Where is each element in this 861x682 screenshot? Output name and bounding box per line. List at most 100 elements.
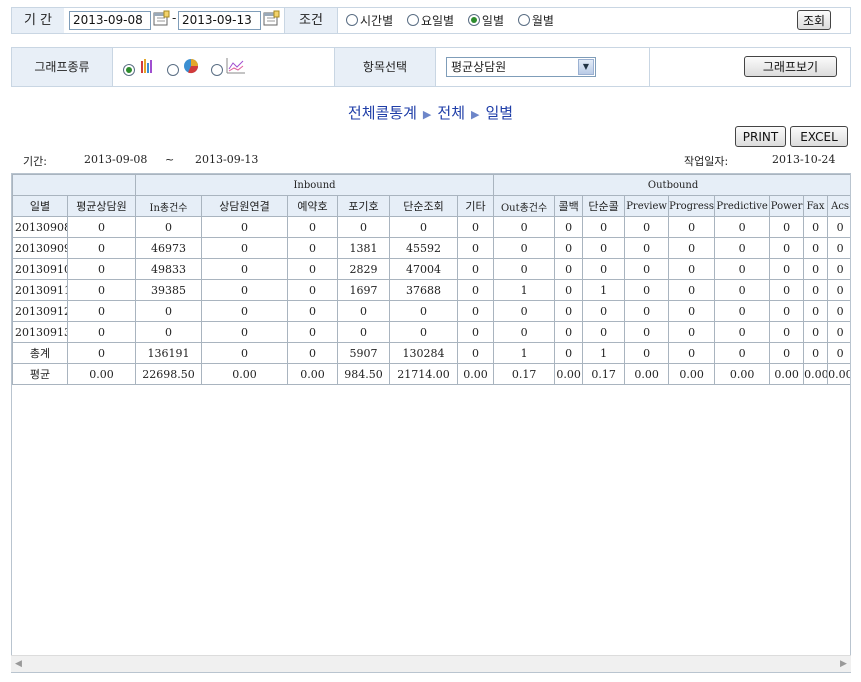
table-cell: 0: [389, 300, 458, 322]
table-cell: 0: [668, 300, 716, 322]
bar-graph-radio[interactable]: [123, 64, 135, 76]
row-label-cell: 20130912: [12, 300, 68, 322]
radio-icon[interactable]: [517, 14, 530, 26]
table-cell: 0: [554, 279, 584, 301]
table-cell: 0: [803, 300, 829, 322]
column-header: Power: [769, 195, 805, 217]
table-row: 총계 0 136191 0 0 5907 130284 0 1 0 1 0 0 0 0 0 0: [12, 342, 850, 364]
table-row: 20130911 0 39385 0 0 1697 37688 0 1 0 1 0 0 0 0 0 0: [12, 279, 850, 301]
period-info-label: 기간:: [23, 155, 47, 168]
condition-label: 조건: [284, 8, 338, 33]
table-cell: 0: [668, 258, 716, 280]
table-cell: 0: [554, 321, 584, 343]
radio-daily[interactable]: 일별: [467, 14, 504, 28]
radio-icon[interactable]: [346, 14, 358, 26]
table-cell: 0: [287, 258, 338, 280]
radio-hourly[interactable]: 시간별: [346, 14, 393, 28]
column-header: 평균상담원: [67, 195, 136, 217]
item-select[interactable]: 평균상담원 ▼: [446, 57, 596, 77]
column-header: 콜백: [554, 195, 584, 217]
excel-button[interactable]: EXCEL: [790, 126, 848, 147]
date-to-input[interactable]: 2013-09-13: [178, 11, 261, 30]
table-cell: 0: [714, 279, 771, 301]
table-cell: 0: [769, 300, 805, 322]
radio-weekday[interactable]: 요일별: [406, 14, 454, 28]
table-cell: 49833: [135, 258, 202, 280]
table-cell: 0: [624, 321, 670, 343]
period-from-value: 2013-09-08: [84, 153, 148, 166]
table-cell: 0: [582, 300, 626, 322]
table-cell: 0: [714, 258, 771, 280]
horizontal-scrollbar[interactable]: ◀ ▶: [11, 655, 851, 672]
line-graph-radio[interactable]: [211, 64, 223, 76]
table-cell: 39385: [135, 279, 202, 301]
table-cell: 0: [714, 342, 771, 364]
table-cell: 0: [827, 258, 850, 280]
table-row: 20130912 0 0 0 0 0 0 0 0 0 0 0 0 0 0 0 0: [12, 300, 850, 322]
table-cell: 21714.00: [389, 363, 458, 385]
table-cell: 0: [456, 279, 495, 301]
column-header: Predictive: [714, 195, 771, 217]
table-cell: 1: [582, 279, 626, 301]
table-row: 평균 0.00 22698.50 0.00 0.00 984.50 21714.00 0.00…: [12, 363, 850, 385]
table-cell: 0.00: [769, 363, 805, 385]
table-cell: 0: [714, 321, 771, 343]
scroll-left-icon[interactable]: ◀: [11, 657, 26, 672]
table-cell: 0: [287, 321, 338, 343]
table-cell: 1: [493, 279, 556, 301]
scroll-right-icon[interactable]: ▶: [836, 657, 851, 672]
radio-monthly[interactable]: 월별: [517, 14, 554, 28]
calendar-icon[interactable]: [263, 10, 280, 27]
radio-icon[interactable]: [406, 14, 419, 26]
table-cell: 0: [827, 300, 850, 322]
column-header: Acs: [827, 195, 850, 217]
calendar-icon[interactable]: [153, 10, 170, 27]
view-graph-button[interactable]: 그래프보기: [744, 56, 837, 77]
row-label-cell: 20130913: [12, 321, 68, 343]
table-cell: 0: [287, 300, 338, 322]
print-button[interactable]: PRINT: [735, 126, 786, 147]
radio-selected-icon[interactable]: [467, 14, 480, 26]
period-to-value: 2013-09-13: [195, 153, 259, 166]
table-row: 20130908 0 0 0 0 0 0 0 0 0 0 0 0 0 0 0 0: [12, 216, 850, 238]
table-cell: 0: [493, 216, 556, 238]
table-cell: 45592: [389, 237, 458, 259]
table-cell: 0: [769, 342, 805, 364]
pie-graph-radio[interactable]: [167, 64, 179, 76]
condition-radio-group: 시간별 요일별 일별 월별: [346, 12, 564, 29]
column-header: 단순조회: [389, 195, 458, 217]
bar-chart-icon: [141, 59, 152, 73]
table-cell: 0.00: [554, 363, 584, 385]
stats-table: Inbound Outbound 일별 평균상담원 In총건수 상담원연결 예약호 포기호…: [12, 174, 850, 385]
table-cell: 0: [201, 216, 288, 238]
row-label-cell: 총계: [12, 342, 68, 364]
table-cell: 0: [493, 300, 556, 322]
table-cell: 22698.50: [135, 363, 202, 385]
stats-grid: Inbound Outbound 일별 평균상담원 In총건수 상담원연결 예약호 포기호…: [11, 173, 851, 673]
table-cell: 0: [668, 237, 716, 259]
table-cell: 130284: [389, 342, 458, 364]
workdate-value: 2013-10-24: [772, 153, 836, 166]
divider: [649, 48, 650, 86]
table-cell: 0: [769, 321, 805, 343]
column-header: 예약호: [287, 195, 338, 217]
workdate-label: 작업일자:: [684, 155, 729, 168]
table-cell: 0.00: [287, 363, 338, 385]
table-cell: 0: [827, 321, 850, 343]
column-header: Fax: [803, 195, 829, 217]
table-cell: 0: [624, 342, 670, 364]
breadcrumb-item: 일별: [485, 104, 514, 122]
table-cell: 0: [554, 258, 584, 280]
search-button[interactable]: 조회: [797, 10, 831, 30]
period-separator: ~: [165, 153, 175, 166]
table-cell: 0: [456, 321, 495, 343]
table-cell: 0: [554, 216, 584, 238]
table-cell: 0: [554, 300, 584, 322]
date-from-input[interactable]: 2013-09-08: [69, 11, 151, 30]
group-header-outbound: Outbound: [493, 174, 850, 196]
breadcrumb: 전체콜통계 ▶ 전체 ▶ 일별: [0, 102, 861, 123]
table-cell: 0: [624, 237, 670, 259]
table-cell: 0: [803, 258, 829, 280]
table-cell: 0: [201, 258, 288, 280]
chevron-down-icon[interactable]: ▼: [578, 59, 594, 75]
